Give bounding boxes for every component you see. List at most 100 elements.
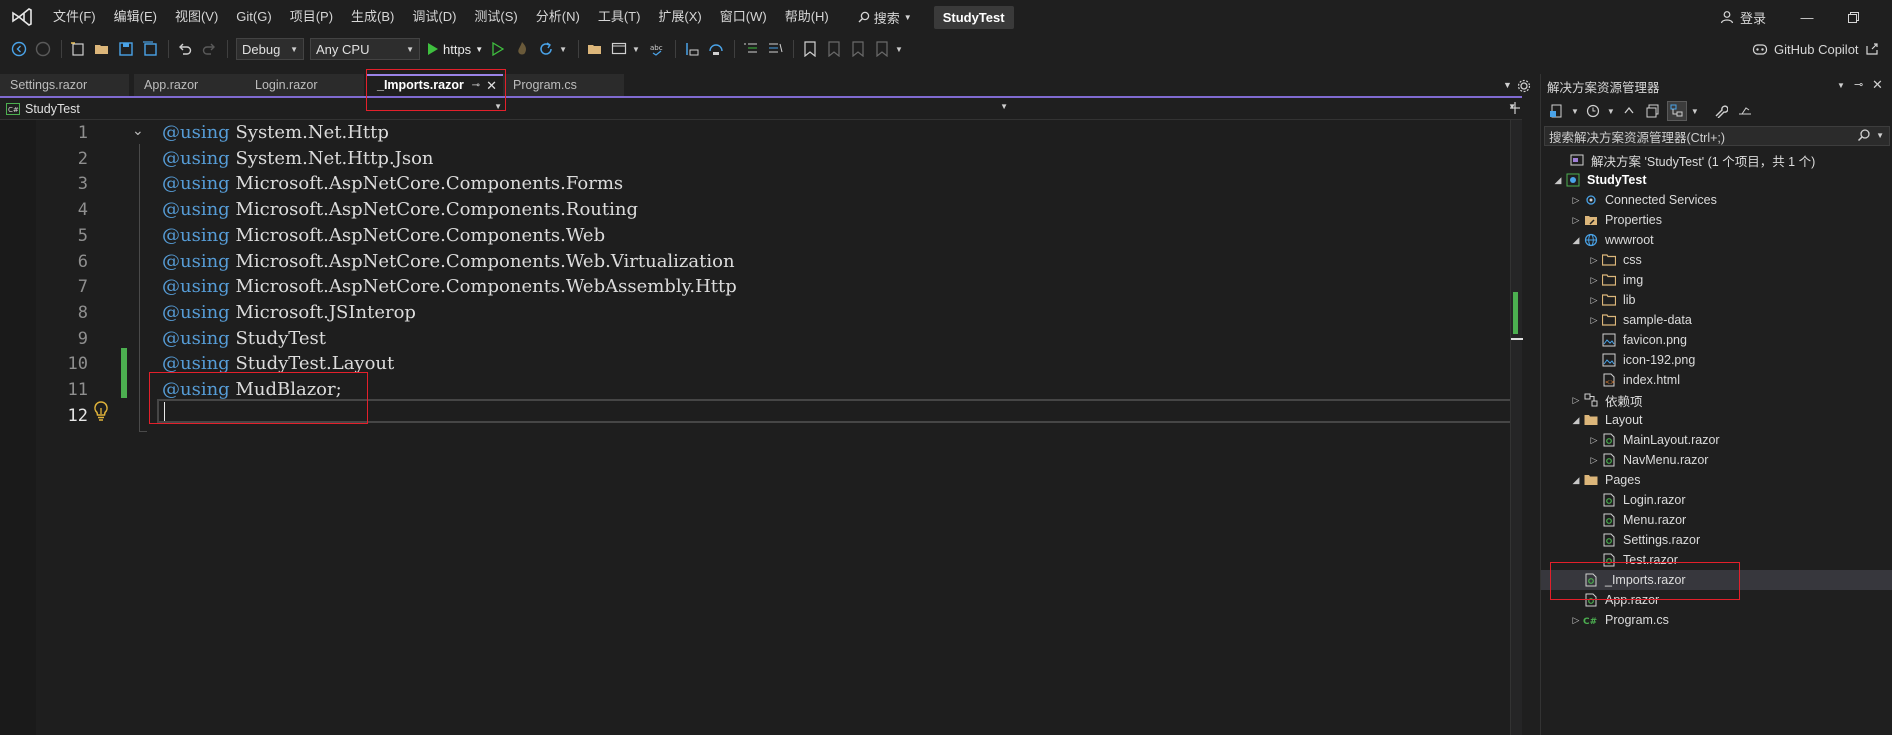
step-into-button[interactable] <box>681 38 703 60</box>
solution-search-input[interactable]: 搜索解决方案资源管理器(Ctrl+;) ▼ <box>1544 126 1890 146</box>
start-without-debugging-button[interactable] <box>487 38 509 60</box>
tree-item-program[interactable]: ▷ C# Program.cs <box>1541 610 1892 630</box>
clear-bookmarks-button[interactable] <box>871 38 893 60</box>
menu-window[interactable]: 窗口(W) <box>711 0 776 34</box>
tree-item-lib[interactable]: ▷ lib <box>1541 290 1892 310</box>
collapsed-arrow-icon[interactable]: ▷ <box>1587 455 1601 466</box>
save-button[interactable] <box>115 38 137 60</box>
solution-configuration-select[interactable]: Debug ▼ <box>236 38 304 60</box>
window-position-dropdown-icon[interactable]: ▼ <box>1837 81 1845 90</box>
hot-reload-button[interactable] <box>535 38 557 60</box>
menu-edit[interactable]: 编辑(E) <box>105 0 166 34</box>
browser-link-button[interactable] <box>584 38 606 60</box>
menu-test[interactable]: 测试(S) <box>465 0 526 34</box>
menu-tools[interactable]: 工具(T) <box>589 0 650 34</box>
expanded-arrow-icon[interactable]: ◢ <box>1569 235 1583 246</box>
sign-in-button[interactable]: 登录 <box>1720 0 1766 34</box>
next-bookmark-button[interactable] <box>847 38 869 60</box>
auto-hide-pin-icon[interactable]: ⊸ <box>1854 78 1863 91</box>
collapsed-arrow-icon[interactable]: ▷ <box>1587 315 1601 326</box>
show-all-files-button[interactable] <box>1666 101 1687 121</box>
switch-views-button[interactable] <box>1547 101 1567 121</box>
tree-item-sample-data[interactable]: ▷ sample-data <box>1541 310 1892 330</box>
tab-overflow-dropdown-icon[interactable]: ▼ <box>1503 80 1512 90</box>
menu-file[interactable]: 文件(F) <box>44 0 105 34</box>
member-dropdown[interactable]: ▼ <box>1014 100 1516 118</box>
close-icon[interactable]: ✕ <box>1872 77 1883 93</box>
tab-app-razor[interactable]: App.razor <box>134 74 250 96</box>
github-copilot-button[interactable]: GitHub Copilot <box>1752 34 1879 64</box>
uncomment-lines-button[interactable] <box>764 38 786 60</box>
collapsed-arrow-icon[interactable]: ▷ <box>1587 435 1601 446</box>
split-editor-icon[interactable] <box>1509 101 1521 115</box>
collapsed-arrow-icon[interactable]: ▷ <box>1569 195 1583 206</box>
settings-gear-icon[interactable] <box>1517 79 1531 93</box>
vertical-scrollbar[interactable] <box>1510 120 1523 735</box>
sync-with-document-button[interactable] <box>1619 101 1639 121</box>
tree-item-dependencies[interactable]: ▷ 依赖项 <box>1541 390 1892 410</box>
menu-project[interactable]: 项目(P) <box>281 0 342 34</box>
solution-platform-select[interactable]: Any CPU ▼ <box>310 38 420 60</box>
navigate-back-button[interactable] <box>8 38 30 60</box>
preview-selected-items-button[interactable] <box>1735 101 1755 121</box>
tree-item-navmenu[interactable]: ▷ NavMenu.razor <box>1541 450 1892 470</box>
undo-button[interactable] <box>174 38 196 60</box>
tree-item-menu[interactable]: Menu.razor <box>1541 510 1892 530</box>
tab-program-cs[interactable]: Program.cs <box>503 74 625 96</box>
start-debugging-button[interactable]: https ▼ <box>427 42 483 57</box>
collapsed-arrow-icon[interactable]: ▷ <box>1569 395 1583 406</box>
tree-item-icon-192[interactable]: icon-192.png <box>1541 350 1892 370</box>
restore-button[interactable] <box>1830 0 1876 34</box>
new-project-button[interactable] <box>67 38 89 60</box>
pending-changes-filter-button[interactable] <box>1583 101 1603 121</box>
tree-item-css[interactable]: ▷ css <box>1541 250 1892 270</box>
tree-item-login[interactable]: Login.razor <box>1541 490 1892 510</box>
tree-item-connected-services[interactable]: ▷ Connected Services <box>1541 190 1892 210</box>
collapse-all-button[interactable] <box>1643 101 1663 121</box>
menu-view[interactable]: 视图(V) <box>166 0 227 34</box>
tab-login-razor[interactable]: Login.razor <box>245 74 365 96</box>
tree-item-mainlayout[interactable]: ▷ MainLayout.razor <box>1541 430 1892 450</box>
collapsed-arrow-icon[interactable]: ▷ <box>1587 275 1601 286</box>
minimize-button[interactable]: — <box>1784 0 1830 34</box>
spell-check-button[interactable]: abc <box>646 38 668 60</box>
tab-settings-razor[interactable]: Settings.razor <box>0 74 130 96</box>
collapsed-arrow-icon[interactable]: ▷ <box>1587 295 1601 306</box>
collapsed-arrow-icon[interactable]: ▷ <box>1587 255 1601 266</box>
menu-extensions[interactable]: 扩展(X) <box>649 0 710 34</box>
menu-build[interactable]: 生成(B) <box>342 0 403 34</box>
menu-git[interactable]: Git(G) <box>227 0 280 34</box>
open-file-button[interactable] <box>91 38 113 60</box>
navigate-forward-button[interactable] <box>32 38 54 60</box>
tree-item-img[interactable]: ▷ img <box>1541 270 1892 290</box>
tree-item-index-html[interactable]: <> index.html <box>1541 370 1892 390</box>
tree-item-wwwroot[interactable]: ◢ wwwroot <box>1541 230 1892 250</box>
menu-help[interactable]: 帮助(H) <box>776 0 838 34</box>
tree-item-pages[interactable]: ◢ Pages <box>1541 470 1892 490</box>
comment-lines-button[interactable] <box>740 38 762 60</box>
properties-button[interactable] <box>1711 101 1731 121</box>
collapsed-arrow-icon[interactable]: ▷ <box>1569 615 1583 626</box>
window-layout-button[interactable] <box>608 38 630 60</box>
code-editor[interactable]: ⌄ 1 @using System.Net.Http 2 @using Syst… <box>0 120 1523 735</box>
expanded-arrow-icon[interactable]: ◢ <box>1569 415 1583 426</box>
tree-item-layout[interactable]: ◢ Layout <box>1541 410 1892 430</box>
step-over-button[interactable] <box>705 38 727 60</box>
redo-button[interactable] <box>198 38 220 60</box>
expanded-arrow-icon[interactable]: ◢ <box>1569 475 1583 486</box>
tree-item-project[interactable]: ◢ StudyTest <box>1541 170 1892 190</box>
tree-item-settings[interactable]: Settings.razor <box>1541 530 1892 550</box>
previous-bookmark-button[interactable] <box>823 38 845 60</box>
global-search[interactable]: 搜索 ▼ <box>848 0 922 34</box>
tree-item-properties[interactable]: ▷ Properties <box>1541 210 1892 230</box>
hot-reload-flame-button[interactable] <box>511 38 533 60</box>
menu-analyze[interactable]: 分析(N) <box>527 0 589 34</box>
collapsed-arrow-icon[interactable]: ▷ <box>1569 215 1583 226</box>
tree-item-solution[interactable]: 解决方案 'StudyTest' (1 个项目，共 1 个) <box>1541 150 1892 170</box>
save-all-button[interactable] <box>139 38 161 60</box>
expanded-arrow-icon[interactable]: ◢ <box>1551 175 1565 186</box>
tree-item-favicon[interactable]: favicon.png <box>1541 330 1892 350</box>
menu-debug[interactable]: 调试(D) <box>403 0 465 34</box>
toggle-bookmark-button[interactable] <box>799 38 821 60</box>
type-dropdown[interactable]: ▼ <box>508 100 1008 118</box>
